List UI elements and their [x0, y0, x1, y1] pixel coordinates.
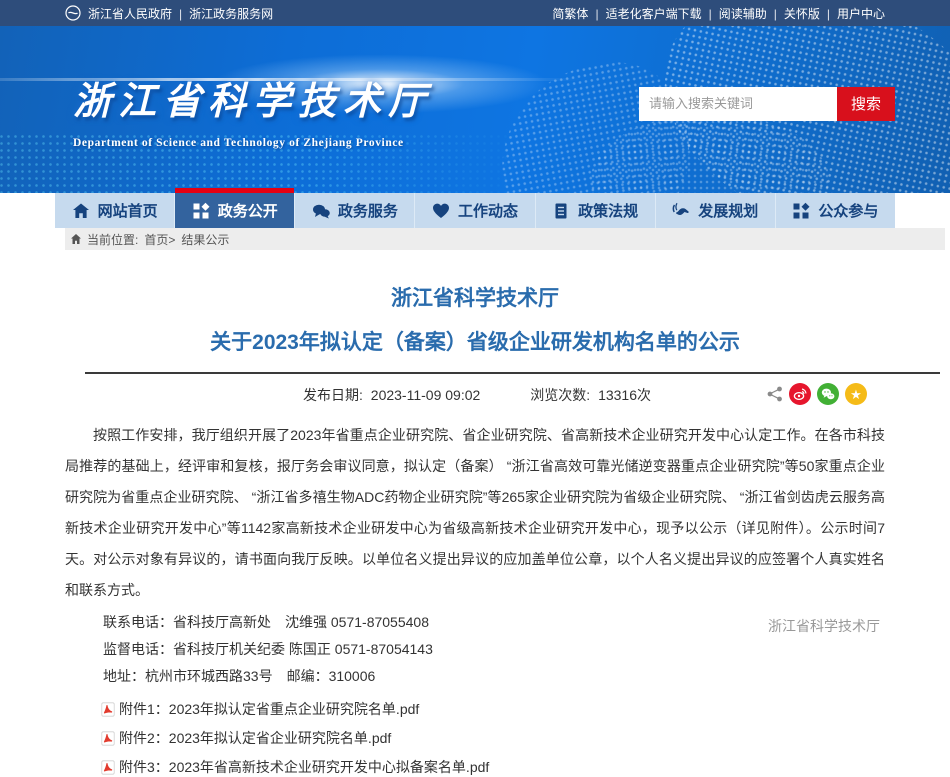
breadcrumb-home-link[interactable]: 首页>: [144, 231, 175, 248]
pdf-icon: [101, 731, 115, 746]
nav-item-development-plans[interactable]: 发展规划: [655, 193, 775, 228]
view-count: 浏览次数: 13316次: [526, 385, 651, 405]
nav-item-home[interactable]: 网站首页: [55, 193, 174, 228]
search-box: 搜索: [639, 87, 895, 121]
home-icon: [72, 202, 90, 220]
site-banner: 浙江省科学技术厅 Department of Science and Techn…: [0, 26, 950, 193]
link-provincial-government[interactable]: 浙江省人民政府: [88, 5, 172, 22]
footer-organization-name: 浙江省科学技术厅: [768, 616, 880, 636]
page-title: 关于2023年拟认定（备案）省级企业研发机构名单的公示: [65, 326, 885, 356]
nav-item-gov-services[interactable]: 政务服务: [294, 193, 414, 228]
nav-item-policies[interactable]: 政策法规: [535, 193, 655, 228]
attachment-link-1[interactable]: 附件1：2023年拟认定省重点企业研究院名单.pdf: [65, 699, 885, 719]
article-meta-row: 发布日期: 2023-11-09 09:02 浏览次数: 13316次: [65, 374, 885, 416]
contact-info: 联系电话：省科技厅高新处 沈维强 0571-87055408 监督电话：省科技厅…: [65, 609, 885, 690]
seal-grid-icon: [192, 202, 210, 220]
seal-grid-icon: [792, 202, 810, 220]
breadcrumb-current: 结果公示: [181, 231, 229, 248]
search-button[interactable]: 搜索: [837, 87, 895, 121]
top-utility-bar: 浙江省人民政府 浙江政务服务网 简繁体 适老化客户端下载 阅读辅助 关怀版 用户…: [0, 0, 950, 26]
heart-icon: [432, 202, 450, 220]
publish-date: 发布日期: 2023-11-09 09:02: [299, 385, 480, 405]
supervision-phone: 监督电话：省科技厅机关纪委 陈国正 0571-87054143: [65, 636, 885, 663]
link-user-center[interactable]: 用户中心: [820, 5, 885, 22]
share-icon[interactable]: [767, 386, 783, 402]
site-logo[interactable]: 浙江省科学技术厅 Department of Science and Techn…: [55, 70, 433, 149]
attachments-list: 附件1：2023年拟认定省重点企业研究院名单.pdf 附件2：2023年拟认定省…: [65, 699, 885, 777]
link-accessibility-client[interactable]: 适老化客户端下载: [588, 5, 701, 22]
attachment-link-2[interactable]: 附件2：2023年拟认定省企业研究院名单.pdf: [65, 728, 885, 748]
chat-bubbles-icon: [312, 202, 330, 220]
wechat-share-icon[interactable]: [817, 383, 839, 405]
link-care-version[interactable]: 关怀版: [767, 5, 820, 22]
article-organization-title: 浙江省科学技术厅: [65, 282, 885, 312]
contact-phone: 联系电话：省科技厅高新处 沈维强 0571-87055408: [65, 609, 885, 636]
attachment-link-3[interactable]: 附件3：2023年省高新技术企业研究开发中心拟备案名单.pdf: [65, 757, 885, 777]
address-line: 地址：杭州市环城西路33号 邮编：310006: [65, 663, 885, 690]
qzone-share-icon[interactable]: ★: [845, 383, 867, 405]
home-small-icon: [70, 233, 82, 245]
pdf-icon: [101, 760, 115, 775]
pdf-icon: [101, 702, 115, 717]
site-title-english: Department of Science and Technology of …: [73, 137, 433, 149]
handshake-icon: [672, 202, 690, 220]
breadcrumb: 当前位置: 首页> 结果公示: [65, 228, 945, 250]
article-body: 按照工作安排，我厅组织开展了2023年省重点企业研究院、省企业研究院、省高新技术…: [65, 420, 885, 606]
site-title: 浙江省科学技术厅: [73, 70, 433, 125]
breadcrumb-prefix: 当前位置:: [87, 231, 138, 248]
link-simplified-traditional[interactable]: 简繁体: [552, 5, 588, 22]
link-gov-service-site[interactable]: 浙江政务服务网: [172, 5, 273, 22]
topbar-right-links: 简繁体 适老化客户端下载 阅读辅助 关怀版 用户中心: [552, 5, 885, 22]
main-navigation: 网站首页 政务公开 政务服务 工作动态 政策法规: [55, 193, 895, 228]
nav-item-work-updates[interactable]: 工作动态: [414, 193, 534, 228]
article: 浙江省科学技术厅 关于2023年拟认定（备案）省级企业研发机构名单的公示 发布日…: [65, 250, 885, 777]
share-buttons: ★: [767, 383, 867, 405]
document-icon: [552, 202, 570, 220]
weibo-share-icon[interactable]: [789, 383, 811, 405]
topbar-left-links: 浙江省人民政府 浙江政务服务网: [65, 5, 273, 22]
nav-item-gov-disclosure[interactable]: 政务公开: [174, 193, 294, 228]
search-input[interactable]: [639, 87, 837, 121]
link-reading-assist[interactable]: 阅读辅助: [702, 5, 767, 22]
zhejiang-gov-emblem-icon: [65, 5, 81, 21]
nav-item-public-participation[interactable]: 公众参与: [775, 193, 895, 228]
